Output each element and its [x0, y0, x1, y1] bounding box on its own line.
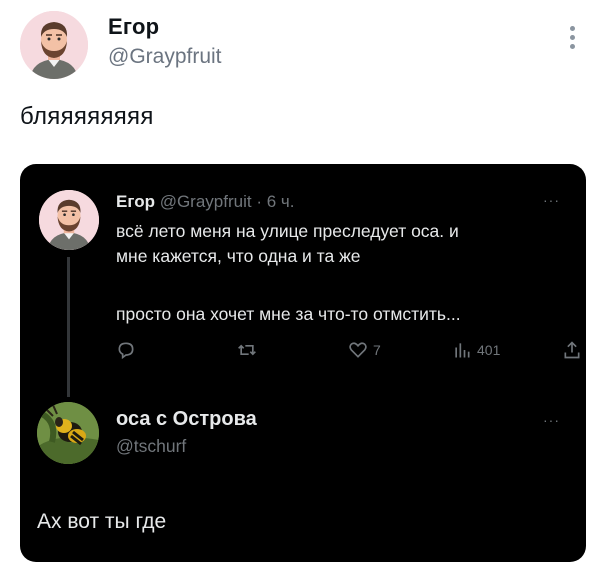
quoted-header: Егор @Graypfruit · 6 ч. [116, 192, 294, 212]
share-icon [564, 341, 580, 359]
reply-action [116, 340, 136, 360]
quoted-author-avatar [39, 190, 99, 250]
views-action: 401 [452, 340, 500, 360]
reply-text: Ах вот ты где [37, 510, 167, 533]
share-action [562, 340, 582, 360]
like-count: 7 [373, 342, 381, 358]
embedded-screenshot: Егор @Graypfruit · 6 ч. ··· всё лето мен… [20, 164, 586, 562]
views-icon [455, 343, 470, 358]
quoted-tweet-body: всё лето меня на улице преследует оса. и… [116, 219, 566, 327]
quoted-body-line: просто она хочет мне за что-то отмстить.… [116, 304, 461, 324]
retweet-icon [238, 344, 256, 356]
reply-author-name: оса с Острова [116, 408, 257, 430]
quoted-more-icon: ··· [543, 192, 560, 208]
more-vertical-icon[interactable] [563, 26, 581, 54]
reply-more-icon: ··· [543, 412, 560, 428]
like-action: 7 [348, 340, 381, 360]
retweet-action [236, 340, 258, 360]
reply-icon [118, 342, 134, 360]
tweet-text: бляяяяяяяя [20, 103, 154, 130]
thread-line [67, 257, 70, 397]
wasp-avatar [37, 402, 99, 464]
quoted-author-name: Егор [116, 192, 155, 211]
action-bar: 7 401 [116, 340, 580, 364]
quoted-author-handle-time: @Graypfruit · 6 ч. [159, 192, 295, 211]
quoted-body-line: мне кажется, что одна и та же [116, 246, 361, 266]
author-name[interactable]: Егор [108, 14, 159, 40]
user-avatar[interactable] [20, 11, 88, 79]
quoted-body-line: всё лето меня на улице преследует оса. и [116, 221, 459, 241]
like-icon [349, 342, 367, 358]
reply-author-handle: @tschurf [116, 436, 187, 456]
view-count: 401 [477, 342, 501, 358]
author-handle[interactable]: @Graypfruit [108, 45, 222, 69]
